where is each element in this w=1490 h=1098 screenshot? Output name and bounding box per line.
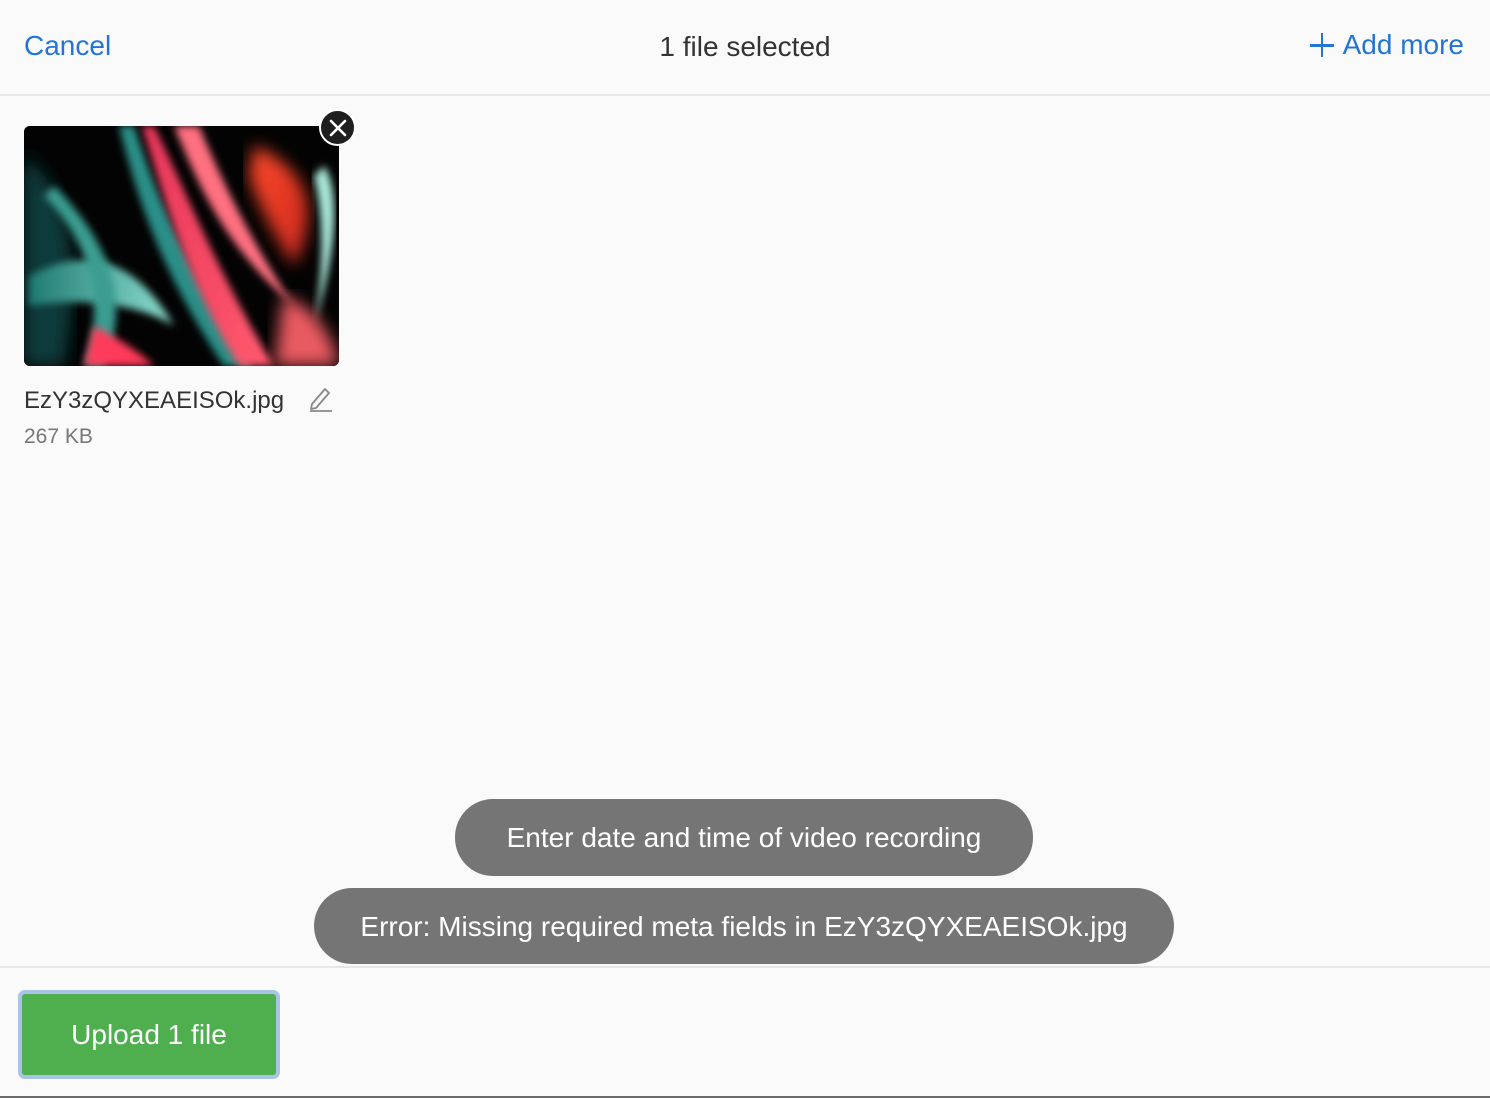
- file-item: EzY3zQYXEAEISOk.jpg 267 KB: [24, 109, 356, 448]
- selection-title: 1 file selected: [659, 31, 831, 62]
- upload-button[interactable]: Upload 1 file: [18, 990, 280, 1079]
- add-more-label: Add more: [1342, 29, 1464, 60]
- plus-icon: [1309, 32, 1335, 58]
- error-toast: Error: Missing required meta fields in E…: [314, 888, 1174, 964]
- info-toast: Enter date and time of video recording: [455, 799, 1033, 876]
- dashboard-footer: Upload 1 file: [0, 966, 1490, 1096]
- file-thumbnail: [24, 126, 339, 366]
- add-more-button[interactable]: Add more: [1309, 27, 1464, 63]
- upload-dashboard: Cancel 1 file selected Add more EzY3zQYX…: [0, 0, 1490, 1098]
- close-icon: [329, 119, 346, 136]
- file-size: 267 KB: [24, 425, 93, 448]
- file-name-row: EzY3zQYXEAEISOk.jpg: [24, 384, 344, 416]
- pencil-icon: [310, 388, 332, 412]
- edit-file-button[interactable]: [307, 384, 335, 412]
- remove-file-button[interactable]: [319, 109, 356, 146]
- dashboard-header: Cancel 1 file selected Add more: [0, 0, 1490, 96]
- file-name: EzY3zQYXEAEISOk.jpg: [24, 387, 285, 414]
